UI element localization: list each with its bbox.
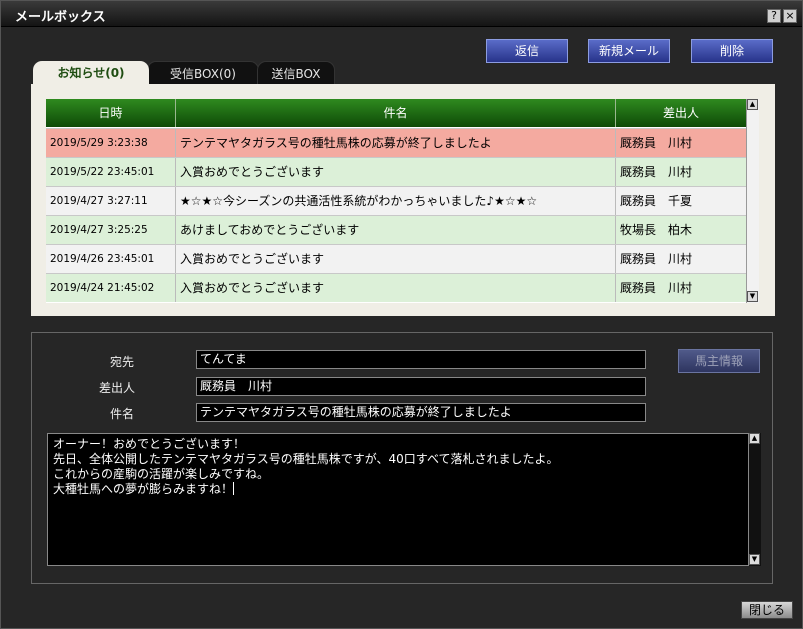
up-arrow-icon[interactable]: ▲ xyxy=(747,99,758,110)
cell-subject: 入賞おめでとうございます xyxy=(176,158,616,186)
cell-date: 2019/5/22 23:45:01 xyxy=(46,158,176,186)
table-row[interactable]: 2019/4/24 21:45:02 入賞おめでとうございます 厩務員 川村 xyxy=(46,273,746,302)
table-row[interactable]: 2019/5/29 3:23:38 テンテマヤタガラス号の種牡馬株の応募が終了し… xyxy=(46,128,746,157)
cell-subject: テンテマヤタガラス号の種牡馬株の応募が終了しましたよ xyxy=(176,129,616,157)
from-label: 差出人 xyxy=(98,381,135,395)
mail-body[interactable]: オーナー！おめでとうございます！ 先日、全体公開したテンテマヤタガラス号の種牡馬… xyxy=(47,433,761,566)
from-field: 厩務員 川村 xyxy=(196,377,646,396)
reply-button[interactable]: 返信 xyxy=(486,39,568,63)
cell-subject: ★☆★☆今シーズンの共通活性系統がわかっちゃいました♪★☆★☆ xyxy=(176,187,616,215)
owner-info-button[interactable]: 馬主情報 xyxy=(678,349,760,373)
to-field: てんてま xyxy=(196,350,646,369)
down-arrow-icon[interactable]: ▼ xyxy=(747,291,758,302)
table-row[interactable]: 2019/5/22 23:45:01 入賞おめでとうございます 厩務員 川村 xyxy=(46,157,746,186)
table-row[interactable]: 2019/4/27 3:27:11 ★☆★☆今シーズンの共通活性系統がわかっちゃ… xyxy=(46,186,746,215)
help-button[interactable]: ? xyxy=(767,9,781,23)
title-bar: メールボックス ? × xyxy=(1,1,802,27)
mail-list-scrollbar[interactable]: ▲ ▼ xyxy=(746,99,759,303)
cell-sender: 厩務員 川村 xyxy=(620,165,693,179)
mail-body-scrollbar[interactable]: ▲ ▼ xyxy=(748,433,761,566)
table-row[interactable]: 2019/4/26 23:45:01 入賞おめでとうございます 厩務員 川村 xyxy=(46,244,746,273)
cell-sender: 牧場長 柏木 xyxy=(620,223,693,237)
cell-sender: 厩務員 千夏 xyxy=(620,194,693,208)
subject-label: 件名 xyxy=(109,407,134,421)
column-header-sender[interactable]: 差出人 xyxy=(616,99,746,127)
new-mail-button[interactable]: 新規メール xyxy=(588,39,670,63)
tab-outbox[interactable]: 送信BOX xyxy=(257,61,335,85)
cell-date: 2019/4/27 3:25:25 xyxy=(46,216,176,244)
to-label: 宛先 xyxy=(109,355,134,369)
up-arrow-icon[interactable]: ▲ xyxy=(749,433,760,444)
cell-date: 2019/4/26 23:45:01 xyxy=(46,245,176,273)
delete-button[interactable]: 削除 xyxy=(691,39,773,63)
cell-date: 2019/4/27 3:27:11 xyxy=(46,187,176,215)
body-line: これからの産駒の活躍が楽しみですね。 xyxy=(53,467,755,482)
cell-sender: 厩務員 川村 xyxy=(620,281,693,295)
cell-subject: あけましておめでとうございます xyxy=(176,216,616,244)
tab-notices[interactable]: お知らせ(0) xyxy=(33,61,149,85)
cell-subject: 入賞おめでとうございます xyxy=(176,245,616,273)
mail-list-table: 日時 件名 差出人 2019/5/29 3:23:38 テンテマヤタガラス号の種… xyxy=(46,99,746,303)
mail-list-panel: 日時 件名 差出人 2019/5/29 3:23:38 テンテマヤタガラス号の種… xyxy=(31,84,775,316)
tab-inbox[interactable]: 受信BOX(0) xyxy=(147,61,259,85)
body-line: オーナー！おめでとうございます！ xyxy=(53,437,246,451)
close-button[interactable]: 閉じる xyxy=(741,601,793,619)
cell-sender: 厩務員 川村 xyxy=(620,136,693,150)
table-header: 日時 件名 差出人 xyxy=(46,99,746,127)
cell-date: 2019/5/29 3:23:38 xyxy=(46,129,176,157)
down-arrow-icon[interactable]: ▼ xyxy=(749,554,760,565)
cell-sender: 厩務員 川村 xyxy=(620,252,693,266)
subject-field: テンテマヤタガラス号の種牡馬株の応募が終了しましたよ xyxy=(196,403,646,422)
body-line: 先日、全体公開したテンテマヤタガラス号の種牡馬株ですが、40口すべて落札されまし… xyxy=(53,452,559,466)
close-window-button[interactable]: × xyxy=(783,9,797,23)
column-header-subject[interactable]: 件名 xyxy=(176,99,616,127)
body-line-text: 大種牡馬への夢が膨らみますね！ xyxy=(53,482,234,496)
mailbox-window: メールボックス ? × 返信 新規メール 削除 受信BOX(0) 送信BOX お… xyxy=(0,0,803,629)
window-title: メールボックス xyxy=(15,10,106,25)
body-line: 大種牡馬への夢が膨らみますね！ xyxy=(53,482,755,497)
cell-date: 2019/4/24 21:45:02 xyxy=(46,274,176,302)
text-caret xyxy=(233,482,235,495)
cell-subject: 入賞おめでとうございます xyxy=(176,274,616,302)
body-line-text: これからの産駒の活躍が楽しみですね。 xyxy=(53,467,270,481)
table-row[interactable]: 2019/4/27 3:25:25 あけましておめでとうございます 牧場長 柏木 xyxy=(46,215,746,244)
column-header-date[interactable]: 日時 xyxy=(46,99,176,127)
mail-detail-panel: 宛先 てんてま 差出人 厩務員 川村 件名 テンテマヤタガラス号の種牡馬株の応募… xyxy=(31,332,773,584)
